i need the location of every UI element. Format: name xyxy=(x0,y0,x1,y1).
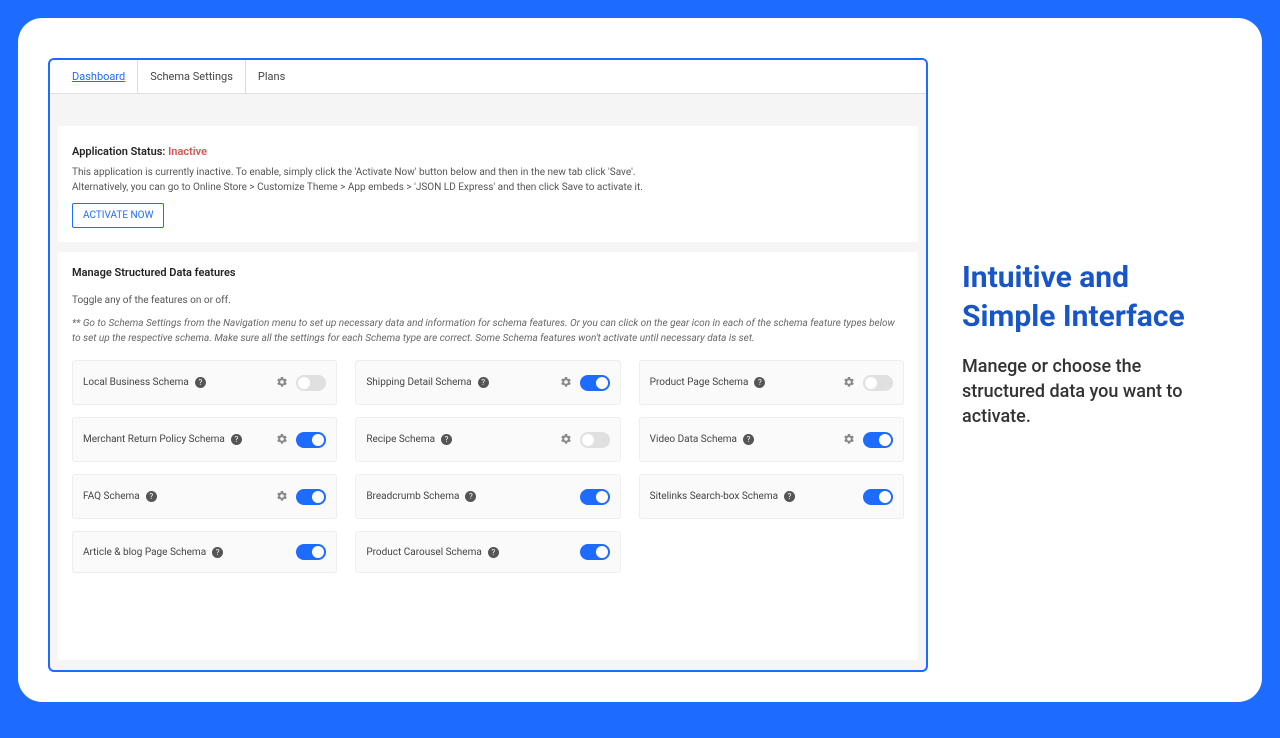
status-desc-1: This application is currently inactive. … xyxy=(72,165,904,180)
feature-toggle[interactable] xyxy=(580,489,610,505)
feature-label: Video Data Schema xyxy=(650,434,737,445)
feature-label: FAQ Schema xyxy=(83,491,140,502)
gear-icon[interactable] xyxy=(560,430,572,449)
tab-plans[interactable]: Plans xyxy=(246,60,297,93)
feature-label: Merchant Return Policy Schema xyxy=(83,434,225,445)
app-frame: Dashboard Schema Settings Plans Applicat… xyxy=(48,58,928,672)
activate-now-button[interactable]: ACTIVATE NOW xyxy=(72,203,164,228)
feature-label: Product Page Schema xyxy=(650,377,749,388)
feature-card: Breadcrumb Schema? xyxy=(355,474,620,519)
feature-card: Recipe Schema? xyxy=(355,417,620,462)
feature-card: Shipping Detail Schema? xyxy=(355,360,620,405)
status-label: Application Status: xyxy=(72,145,168,158)
features-title: Manage Structured Data features xyxy=(72,266,904,279)
gear-icon[interactable] xyxy=(843,430,855,449)
help-icon[interactable]: ? xyxy=(478,377,489,388)
feature-toggle[interactable] xyxy=(863,489,893,505)
feature-label: Breadcrumb Schema xyxy=(366,491,459,502)
help-icon[interactable]: ? xyxy=(146,491,157,502)
help-icon[interactable]: ? xyxy=(441,434,452,445)
feature-card: Product Carousel Schema? xyxy=(355,531,620,573)
status-value: Inactive xyxy=(168,145,207,158)
feature-toggle[interactable] xyxy=(580,544,610,560)
feature-toggle[interactable] xyxy=(863,375,893,391)
side-desc: Manege or choose the structured data you… xyxy=(962,354,1222,430)
feature-card: Sitelinks Search-box Schema? xyxy=(639,474,904,519)
features-panel: Manage Structured Data features Toggle a… xyxy=(58,252,918,660)
feature-toggle[interactable] xyxy=(296,489,326,505)
gear-icon[interactable] xyxy=(276,487,288,506)
feature-card: Video Data Schema? xyxy=(639,417,904,462)
feature-label: Article & blog Page Schema xyxy=(83,547,206,558)
feature-card: Merchant Return Policy Schema? xyxy=(72,417,337,462)
feature-grid: Local Business Schema?Shipping Detail Sc… xyxy=(72,360,904,573)
help-icon[interactable]: ? xyxy=(465,491,476,502)
tab-schema-settings[interactable]: Schema Settings xyxy=(138,60,246,93)
feature-toggle[interactable] xyxy=(863,432,893,448)
status-panel: Application Status: Inactive This applic… xyxy=(58,126,918,242)
feature-card: Product Page Schema? xyxy=(639,360,904,405)
help-icon[interactable]: ? xyxy=(754,377,765,388)
feature-label: Product Carousel Schema xyxy=(366,547,481,558)
side-text: Intuitive and Simple Interface Manege or… xyxy=(952,58,1232,672)
gear-icon[interactable] xyxy=(276,430,288,449)
feature-toggle[interactable] xyxy=(296,375,326,391)
gear-icon[interactable] xyxy=(843,373,855,392)
tab-bar: Dashboard Schema Settings Plans xyxy=(50,60,926,94)
tab-dashboard[interactable]: Dashboard xyxy=(60,60,138,93)
gear-icon[interactable] xyxy=(276,373,288,392)
feature-card: Article & blog Page Schema? xyxy=(72,531,337,573)
feature-label: Sitelinks Search-box Schema xyxy=(650,491,778,502)
feature-card: Local Business Schema? xyxy=(72,360,337,405)
banner-gap xyxy=(50,94,926,126)
feature-label: Local Business Schema xyxy=(83,377,189,388)
feature-toggle[interactable] xyxy=(296,432,326,448)
help-icon[interactable]: ? xyxy=(195,377,206,388)
help-icon[interactable]: ? xyxy=(784,491,795,502)
help-icon[interactable]: ? xyxy=(743,434,754,445)
gear-icon[interactable] xyxy=(560,373,572,392)
status-desc-2: Alternatively, you can go to Online Stor… xyxy=(72,180,904,195)
features-note: ** Go to Schema Settings from the Naviga… xyxy=(72,316,904,346)
feature-label: Recipe Schema xyxy=(366,434,435,445)
feature-toggle[interactable] xyxy=(580,375,610,391)
help-icon[interactable]: ? xyxy=(212,547,223,558)
feature-toggle[interactable] xyxy=(580,432,610,448)
feature-label: Shipping Detail Schema xyxy=(366,377,471,388)
feature-card: FAQ Schema? xyxy=(72,474,337,519)
help-icon[interactable]: ? xyxy=(231,434,242,445)
feature-toggle[interactable] xyxy=(296,544,326,560)
help-icon[interactable]: ? xyxy=(488,547,499,558)
outer-card: Dashboard Schema Settings Plans Applicat… xyxy=(18,18,1262,702)
features-subtitle: Toggle any of the features on or off. xyxy=(72,295,904,306)
side-title: Intuitive and Simple Interface xyxy=(962,258,1222,336)
